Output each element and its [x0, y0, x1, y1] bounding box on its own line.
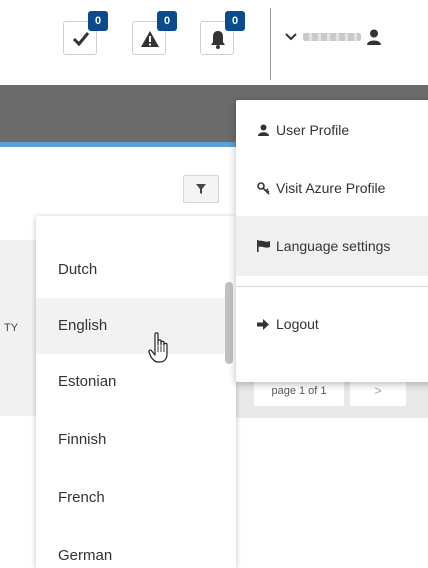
menu-item-label: Logout [276, 316, 319, 332]
warning-icon [141, 31, 159, 47]
menu-divider [236, 286, 428, 287]
user-icon [367, 29, 381, 45]
filter-icon [196, 184, 206, 194]
flag-icon [256, 240, 270, 252]
top-bar: 0 0 0 [0, 0, 428, 85]
header-divider [270, 8, 271, 80]
key-icon [256, 181, 270, 195]
dropdown-scrollbar[interactable] [224, 216, 233, 568]
language-option-english[interactable]: English [36, 298, 226, 354]
menu-item-language-settings[interactable]: Language settings [236, 216, 428, 276]
menu-item-label: Visit Azure Profile [276, 180, 386, 196]
user-menu: User Profile Visit Azure Profile Languag… [236, 100, 428, 382]
language-dropdown[interactable]: Dutch English Estonian Finnish French Ge… [36, 216, 236, 568]
language-option-german[interactable]: German [36, 528, 226, 568]
bell-icon [211, 31, 225, 49]
tasks-button[interactable]: 0 [63, 11, 108, 55]
bell-button[interactable]: 0 [200, 11, 245, 55]
user-menu-toggle[interactable] [285, 26, 381, 48]
alerts-button[interactable]: 0 [132, 11, 177, 55]
language-option-dutch[interactable]: Dutch [36, 242, 226, 298]
hand-cursor-icon [148, 332, 168, 363]
menu-item-user-profile[interactable]: User Profile [236, 100, 428, 160]
menu-item-label: Language settings [276, 238, 391, 254]
sign-out-icon [256, 318, 270, 330]
user-icon [256, 124, 270, 136]
alerts-count-badge: 0 [157, 11, 177, 31]
language-option-estonian[interactable]: Estonian [36, 354, 226, 410]
bell-count-badge: 0 [225, 11, 245, 31]
check-icon [72, 32, 90, 47]
menu-item-azure-profile[interactable]: Visit Azure Profile [236, 158, 428, 218]
filter-button[interactable] [183, 175, 219, 203]
scrollbar-thumb[interactable] [225, 282, 233, 364]
tasks-count-badge: 0 [88, 11, 108, 31]
menu-item-logout[interactable]: Logout [236, 294, 428, 354]
menu-item-label: User Profile [276, 122, 350, 138]
language-option-french[interactable]: French [36, 470, 226, 526]
language-option-finnish[interactable]: Finnish [36, 412, 226, 468]
user-name-redacted [303, 33, 361, 41]
chevron-down-icon [285, 33, 297, 41]
column-header: TY [4, 322, 19, 334]
